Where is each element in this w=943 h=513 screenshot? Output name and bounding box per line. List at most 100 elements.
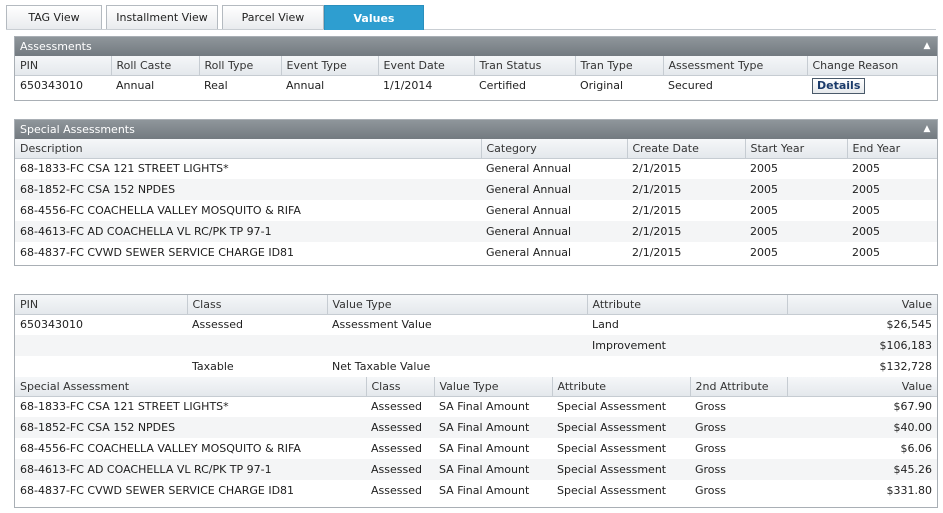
values-table: PIN Class Value Type Attribute Value 650…: [15, 295, 937, 377]
event-date-cell: 1/1/2014: [383, 79, 433, 93]
special-assessment-cell: 68-4837-FC CVWD SEWER SERVICE CHARGE ID8…: [20, 484, 295, 497]
value-cell: $331.80: [886, 484, 933, 497]
start-year-cell: 2005: [750, 204, 778, 217]
tab-installment-view[interactable]: Installment View: [106, 5, 218, 29]
assessments-header: Assessments ▲: [15, 37, 937, 56]
second-attribute-cell: Gross: [695, 442, 726, 455]
pin-cell: [15, 335, 187, 356]
column-header[interactable]: Create Date: [627, 139, 746, 159]
column-header[interactable]: Attribute: [587, 295, 788, 315]
value-cell: $106,183: [787, 335, 937, 356]
class-cell: Assessed: [366, 417, 434, 438]
create-date-cell: 2/1/2015: [627, 179, 745, 200]
collapse-icon[interactable]: ▲: [921, 123, 933, 135]
end-year-cell: 2005: [847, 221, 937, 242]
attribute-cell: Special Assessment: [552, 417, 690, 438]
second-attribute-cell: Gross: [695, 400, 726, 414]
column-header[interactable]: Description: [15, 139, 482, 159]
assessments-header-row: PIN Roll Caste Roll Type Event Type Even…: [15, 56, 937, 76]
column-header[interactable]: Value Type: [434, 377, 553, 397]
column-header[interactable]: Roll Type: [199, 56, 282, 76]
column-header[interactable]: Value: [787, 377, 937, 397]
column-header[interactable]: Start Year: [745, 139, 848, 159]
table-row: 650343010 Annual Real Annual 1/1/2014 Ce…: [15, 75, 937, 96]
class-cell: Assessed: [366, 459, 434, 480]
column-header[interactable]: Value: [787, 295, 937, 315]
class-cell: Assessed: [371, 442, 422, 455]
category-cell: General Annual: [481, 221, 627, 242]
collapse-icon[interactable]: ▲: [921, 40, 933, 52]
create-date-cell: 2/1/2015: [632, 246, 682, 259]
column-header[interactable]: Class: [187, 295, 328, 315]
event-type-cell: Annual: [286, 79, 325, 93]
value-type-cell: SA Final Amount: [439, 442, 530, 455]
column-header[interactable]: Event Date: [378, 56, 475, 76]
values-panel: PIN Class Value Type Attribute Value 650…: [14, 294, 938, 508]
column-header[interactable]: End Year: [847, 139, 937, 159]
special-assessments-title: Special Assessments: [20, 123, 135, 136]
pin-cell: [15, 356, 187, 377]
column-header[interactable]: Change Reason: [807, 56, 937, 76]
special-assessments-header: Special Assessments ▲: [15, 120, 937, 139]
column-header[interactable]: Value Type: [327, 295, 588, 315]
special-assessments-header-row: Description Category Create Date Start Y…: [15, 139, 937, 159]
class-cell: Taxable: [192, 360, 234, 373]
change-reason-cell: Details: [807, 75, 937, 96]
create-date-cell: 2/1/2015: [632, 162, 682, 176]
column-header[interactable]: Event Type: [281, 56, 379, 76]
column-header[interactable]: PIN: [15, 295, 188, 315]
description-cell: 68-4613-FC AD COACHELLA VL RC/PK TP 97-1: [15, 221, 481, 242]
value-type-cell: SA Final Amount: [439, 400, 530, 414]
column-header[interactable]: Category: [481, 139, 628, 159]
start-year-cell: 2005: [745, 179, 847, 200]
values-header-row: PIN Class Value Type Attribute Value: [15, 295, 937, 315]
column-header[interactable]: Tran Type: [575, 56, 664, 76]
column-header[interactable]: Assessment Type: [663, 56, 808, 76]
description-cell: 68-1852-FC CSA 152 NPDES: [15, 179, 481, 200]
create-date-cell: 2/1/2015: [627, 221, 745, 242]
value-type-cell: SA Final Amount: [434, 459, 552, 480]
column-header[interactable]: 2nd Attribute: [690, 377, 788, 397]
column-header[interactable]: Special Assessment: [15, 377, 367, 397]
table-row: 68-4613-FC AD COACHELLA VL RC/PK TP 97-1…: [15, 221, 937, 242]
value-cell: $45.26: [787, 459, 937, 480]
assessments-table: PIN Roll Caste Roll Type Event Type Even…: [15, 56, 937, 96]
table-row: 650343010 Assessed Assessment Value Land…: [15, 314, 937, 335]
tab-tag-view[interactable]: TAG View: [6, 5, 102, 29]
column-header[interactable]: PIN: [15, 56, 112, 76]
column-header[interactable]: Tran Status: [474, 56, 576, 76]
start-year-cell: 2005: [750, 246, 778, 259]
end-year-cell: 2005: [852, 162, 880, 176]
value-cell: $26,545: [886, 318, 933, 332]
table-row: 68-1833-FC CSA 121 STREET LIGHTS* Assess…: [15, 396, 937, 417]
special-assessment-cell: 68-1852-FC CSA 152 NPDES: [15, 417, 366, 438]
description-cell: 68-1833-FC CSA 121 STREET LIGHTS*: [20, 162, 229, 176]
start-year-cell: 2005: [745, 221, 847, 242]
tran-status-cell: Certified: [479, 79, 527, 93]
value-type-cell: Assessment Value: [332, 318, 432, 332]
sa-values-table: Special Assessment Class Value Type Attr…: [15, 377, 937, 501]
class-cell: Assessed: [371, 484, 422, 497]
value-type-cell: SA Final Amount: [439, 484, 530, 497]
table-row: 68-4837-FC CVWD SEWER SERVICE CHARGE ID8…: [15, 480, 937, 501]
tab-values[interactable]: Values: [324, 5, 424, 30]
table-row: Taxable Net Taxable Value $132,728: [15, 356, 937, 377]
category-cell: General Annual: [486, 204, 572, 217]
tran-type-cell: Original: [580, 79, 624, 93]
attribute-cell: Special Assessment: [552, 459, 690, 480]
column-header[interactable]: Roll Caste: [111, 56, 200, 76]
second-attribute-cell: Gross: [690, 459, 787, 480]
column-header[interactable]: Class: [366, 377, 435, 397]
sa-values-header-row: Special Assessment Class Value Type Attr…: [15, 377, 937, 397]
value-type-cell: SA Final Amount: [434, 417, 552, 438]
class-cell: Assessed: [192, 318, 243, 332]
column-header[interactable]: Attribute: [552, 377, 691, 397]
create-date-cell: 2/1/2015: [632, 204, 682, 217]
details-button[interactable]: Details: [812, 77, 866, 94]
class-cell: [187, 335, 327, 356]
attribute-cell: Special Assessment: [557, 484, 667, 497]
tab-parcel-view[interactable]: Parcel View: [222, 5, 324, 29]
table-row: Improvement $106,183: [15, 335, 937, 356]
pin-cell: 650343010: [20, 318, 83, 332]
roll-type-cell: Real: [204, 79, 228, 93]
